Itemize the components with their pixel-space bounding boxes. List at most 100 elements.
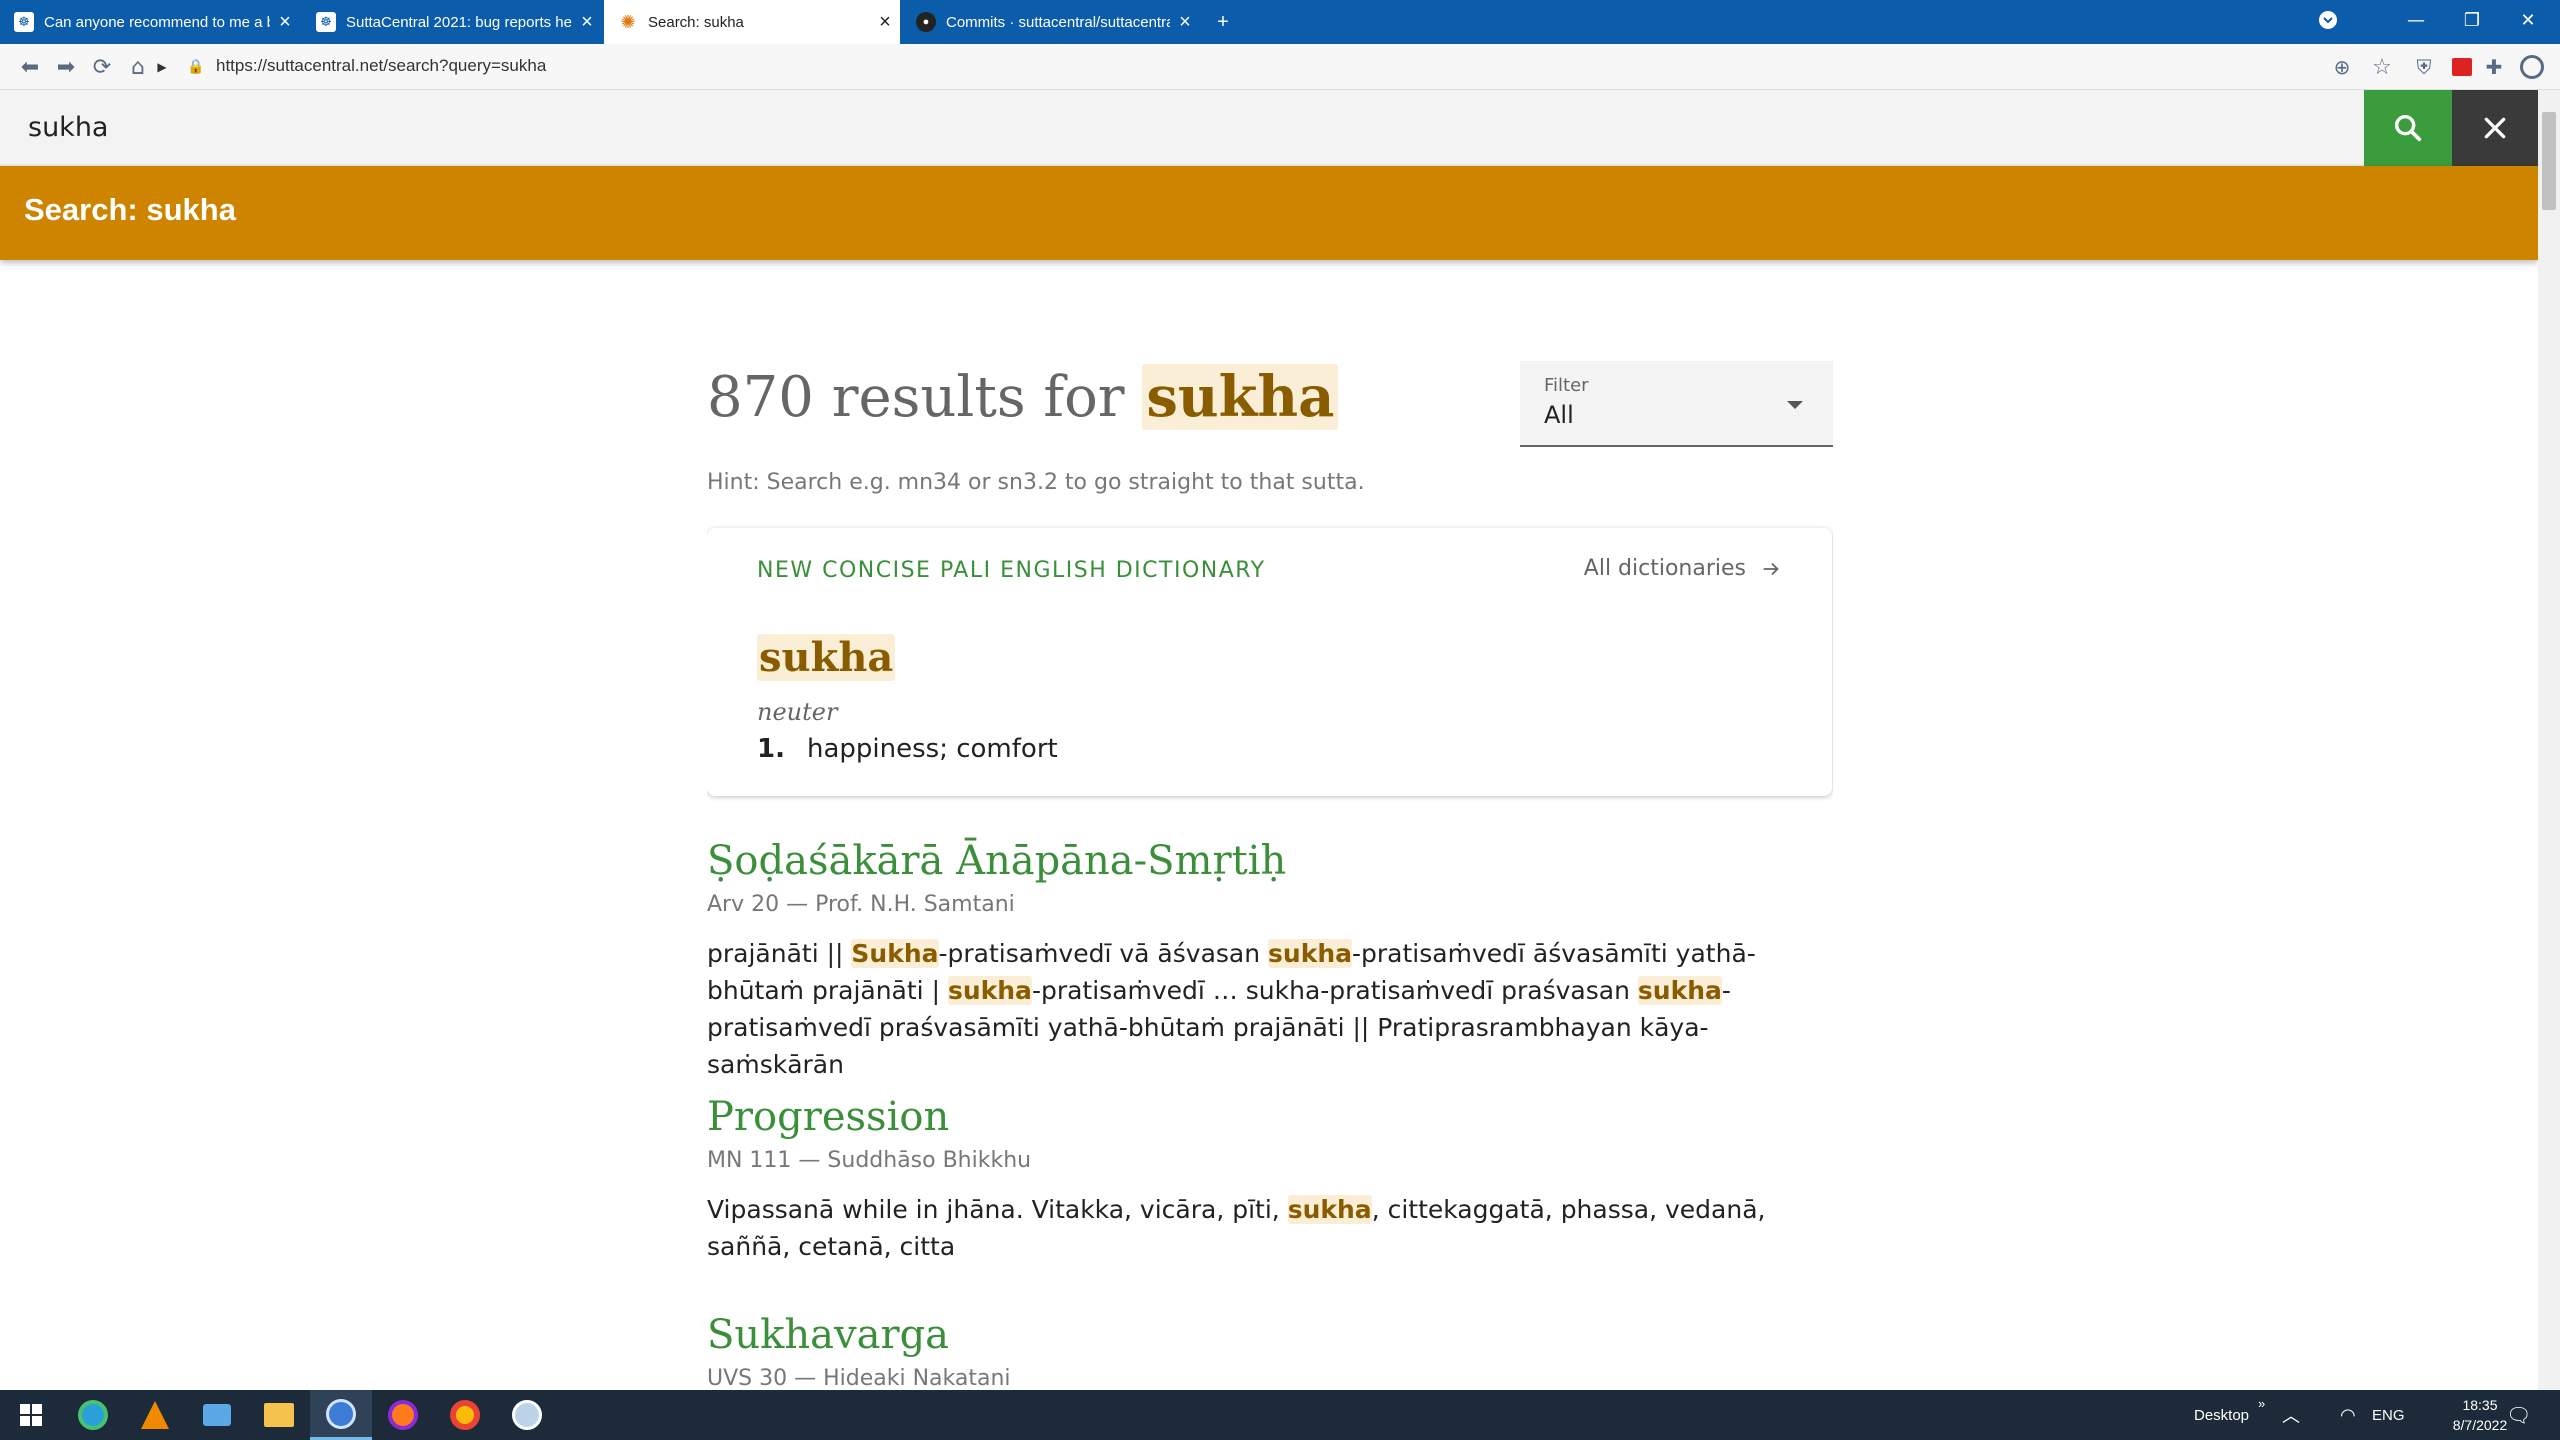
dictionary-card: NEW CONCISE PALI ENGLISH DICTIONARY All … [707,528,1832,796]
close-tab-icon[interactable]: × [572,11,602,34]
windows-icon [20,1404,42,1426]
arrow-right-icon [1763,562,1779,575]
browser-tab[interactable]: ☸ SuttaCentral 2021: bug reports here × [302,0,602,44]
tab-title: Search: sukha [648,13,744,31]
snippet-text: -pratisaṁvedī … sukha-pratisaṁvedī praśv… [1031,976,1638,1005]
lock-icon[interactable]: 🔒 [186,44,206,90]
result-snippet: prajānāti || Sukha-pratisaṁvedī vā āśvas… [707,935,1833,1083]
highlighted-term: sukha [1287,1195,1372,1224]
highlighted-term: sukha [1637,976,1722,1005]
search-input[interactable]: sukha [28,112,108,143]
forum-favicon-icon: ☸ [14,12,34,32]
browser-tab[interactable]: ☸ Can anyone recommend to me a b × [0,0,300,44]
file-explorer-taskbar-icon[interactable] [248,1390,310,1440]
result-meta: Arv 20 — Prof. N.H. Samtani [707,892,1015,917]
zoom-icon[interactable]: ⊕ [2324,44,2360,90]
url-field[interactable]: https://suttacentral.net/search?query=su… [216,56,546,76]
forum-favicon-icon: ☸ [316,12,336,32]
browser-tab[interactable]: ● Commits · suttacentral/suttacentral × [902,0,1200,44]
page-header-banner: Search: sukha [0,166,2538,260]
back-icon[interactable]: ⬅ [12,44,48,90]
home-icon[interactable]: ⌂ [120,44,156,90]
definition: 1. happiness; comfort [757,734,1058,764]
dictionary-word-text: sukha [757,634,896,681]
app-taskbar-icon[interactable] [186,1390,248,1440]
filter-value: All [1544,401,1574,429]
browser-tab-active[interactable]: ✺ Search: sukha × [604,0,900,44]
page-scrollbar[interactable] [2538,90,2560,1390]
result-title-link[interactable]: Sukhavarga [707,1312,1833,1358]
close-icon [2484,117,2506,139]
close-tab-icon[interactable]: × [270,11,300,34]
result-title-link[interactable]: Progression [707,1094,1833,1140]
browser-taskbar-icon[interactable] [310,1390,372,1440]
tab-title: Commits · suttacentral/suttacentral [946,13,1170,31]
language-indicator[interactable]: ENG [2372,1390,2405,1440]
puzzle-extension-icon[interactable]: ✚ [2476,44,2512,90]
new-tab-button[interactable]: + [1206,0,1240,44]
definition-text: happiness; comfort [807,734,1058,764]
extension-icon[interactable] [2444,44,2480,90]
dropdown-arrow-icon [1787,401,1803,409]
github-favicon-icon: ● [916,12,936,32]
all-dictionaries-link[interactable]: All dictionaries [1584,556,1782,581]
dictionary-heading: NEW CONCISE PALI ENGLISH DICTIONARY [757,558,1266,583]
shield-extension-icon[interactable]: ⛨ [2406,44,2442,90]
edge-taskbar-icon[interactable] [62,1390,124,1440]
search-icon [2394,114,2422,142]
page-title: Search: sukha [24,192,236,227]
close-search-button[interactable] [2452,90,2538,166]
clock-date: 8/7/2022 [2452,1417,2508,1433]
highlighted-term: sukha [1268,939,1353,968]
close-window-icon[interactable]: ✕ [2500,0,2556,40]
filter-dropdown[interactable]: Filter All [1520,361,1833,447]
search-button[interactable] [2364,90,2452,166]
bookmark-star-icon[interactable]: ☆ [2364,44,2400,90]
result-meta: UVS 30 — Hideaki Nakatani [707,1366,1011,1390]
clock-time: 18:35 [2462,1397,2498,1413]
chevron-up-icon[interactable]: ︿ [2282,1390,2300,1440]
chevron-right-icon[interactable]: » [2258,1378,2265,1428]
definition-number: 1. [757,734,785,764]
address-toolbar: ⬅ ➡ ⟳ ⌂ ▶ 🔒 https://suttacentral.net/sea… [0,44,2560,90]
site-search-bar: sukha [0,90,2538,166]
result-meta: MN 111 — Suddhāso Bhikkhu [707,1148,1032,1173]
reload-icon[interactable]: ⟳ [84,44,120,90]
firefox-taskbar-icon[interactable] [372,1390,434,1440]
close-tab-icon[interactable]: × [1170,11,1200,34]
chrome-taskbar-icon[interactable] [434,1390,496,1440]
result-title-link[interactable]: Ṣoḍaśākārā Ānāpāna-Smṛtiḥ [707,838,1833,884]
dictionary-word: sukha [757,634,896,681]
restore-icon[interactable]: ❐ [2444,0,2500,40]
browser-tab-bar: ☸ Can anyone recommend to me a b × ☸ Sut… [0,0,2560,44]
snippet-text: Vipassanā while in jhāna. Vitakka, vicār… [707,1195,1288,1224]
result-item: Ṣoḍaśākārā Ānāpāna-Smṛtiḥ Arv 20 — Prof.… [707,838,1833,1083]
results-count-heading: 870 results for sukha [707,364,1339,430]
tab-title: Can anyone recommend to me a b [44,13,270,31]
app-taskbar-icon[interactable] [496,1390,558,1440]
desktop-toolbar[interactable]: Desktop [2194,1390,2249,1440]
suttacentral-favicon-icon: ✺ [620,11,636,32]
close-tab-icon[interactable]: × [870,11,900,34]
tab-title: SuttaCentral 2021: bug reports here [346,13,572,31]
network-icon[interactable]: ◠ [2340,1390,2356,1440]
result-snippet: Vipassanā while in jhāna. Vitakka, vicār… [707,1191,1833,1265]
forward-icon[interactable]: ➡ [48,44,84,90]
expand-arrow-icon[interactable]: ▶ [152,44,172,90]
result-item: Progression MN 111 — Suddhāso Bhikkhu Vi… [707,1094,1833,1265]
all-dictionaries-label: All dictionaries [1583,556,1746,581]
vlc-taskbar-icon[interactable] [124,1390,186,1440]
minimize-icon[interactable]: — [2388,0,2444,40]
snippet-text: prajānāti || [707,939,852,968]
results-count-text: 870 results for [707,365,1125,430]
highlighted-term: Sukha [851,939,939,968]
notifications-icon[interactable]: 🗨 [2506,1390,2531,1440]
start-button[interactable] [0,1390,62,1440]
part-of-speech: neuter [757,698,838,726]
profile-menu-icon[interactable] [2300,0,2356,40]
result-item: Sukhavarga UVS 30 — Hideaki Nakatani [707,1312,1833,1390]
scrollbar-thumb[interactable] [2542,112,2556,210]
results-term: sukha [1142,364,1339,430]
account-icon[interactable] [2514,44,2550,90]
highlighted-term: sukha [947,976,1032,1005]
